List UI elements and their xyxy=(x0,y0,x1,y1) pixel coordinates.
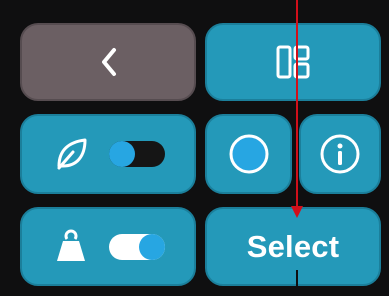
toggle-knob xyxy=(109,141,135,167)
weight-tile[interactable] xyxy=(20,207,196,286)
layout-button[interactable] xyxy=(205,23,381,101)
toggle-knob xyxy=(139,233,165,260)
leaf-icon xyxy=(51,134,91,174)
control-panel-screen: Select xyxy=(0,0,389,296)
cursor-arrow-icon xyxy=(291,206,303,218)
select-label: Select xyxy=(246,229,340,264)
weight-icon xyxy=(51,227,91,267)
info-icon xyxy=(318,132,362,176)
select-button[interactable]: Select xyxy=(205,207,381,286)
circle-icon xyxy=(227,132,271,176)
layout-grid-icon xyxy=(273,42,313,82)
info-button[interactable] xyxy=(299,114,381,194)
eco-mode-tile[interactable] xyxy=(20,114,196,194)
cursor-tail xyxy=(296,270,298,286)
record-button[interactable] xyxy=(205,114,292,194)
chevron-left-icon xyxy=(96,44,120,80)
weight-toggle[interactable] xyxy=(109,233,165,260)
back-button[interactable] xyxy=(20,23,196,101)
cursor-line xyxy=(296,0,298,206)
eco-mode-toggle[interactable] xyxy=(109,141,165,167)
